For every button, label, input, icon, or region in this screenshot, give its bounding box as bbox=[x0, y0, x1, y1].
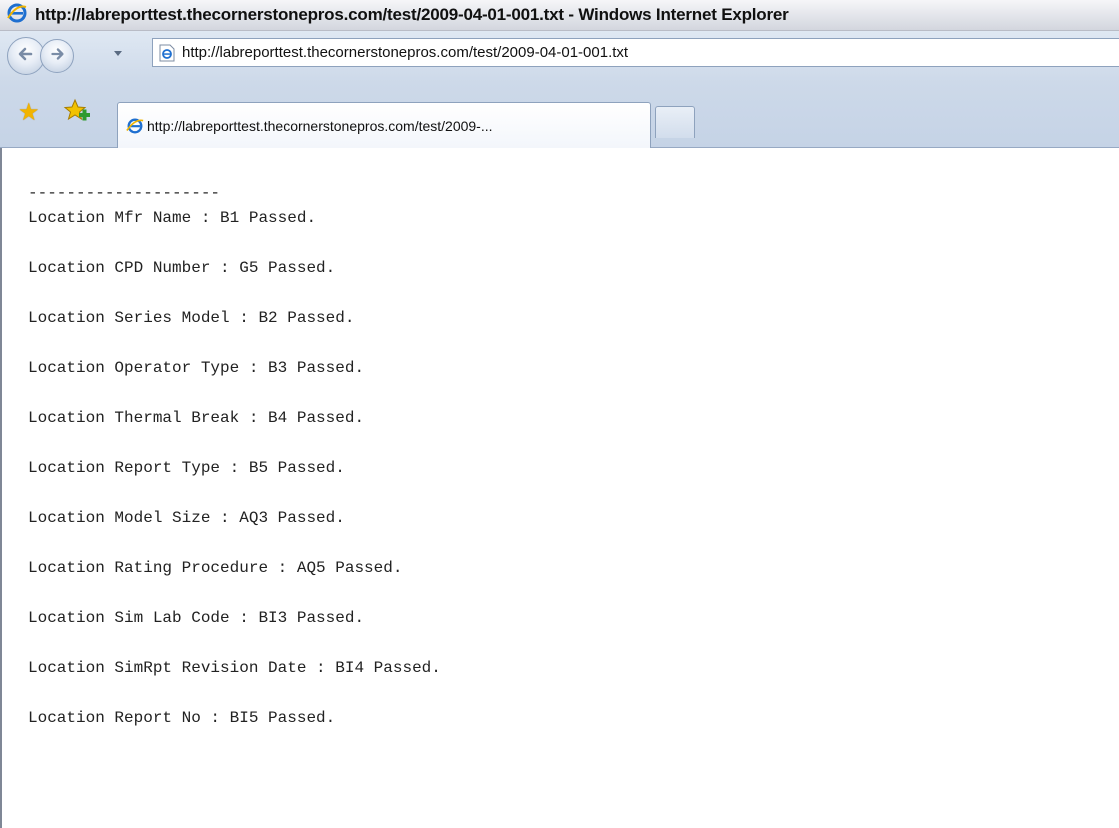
window-title: http://labreporttest.thecornerstonepros.… bbox=[35, 5, 789, 24]
back-arrow-icon bbox=[16, 44, 36, 68]
tab-current[interactable]: http://labreporttest.thecornerstonepros.… bbox=[117, 102, 651, 148]
page-content: -------------------- Location Mfr Name :… bbox=[0, 148, 1119, 828]
add-favorites-icon[interactable] bbox=[62, 97, 92, 127]
recent-pages-dropdown[interactable] bbox=[114, 51, 122, 56]
forward-button[interactable] bbox=[40, 39, 74, 73]
ie-page-icon bbox=[126, 117, 144, 135]
address-bar[interactable] bbox=[152, 38, 1119, 67]
ie-logo-icon bbox=[7, 3, 27, 27]
new-tab-button[interactable] bbox=[655, 106, 695, 138]
document-text: -------------------- Location Mfr Name :… bbox=[28, 184, 441, 727]
window-title-bar[interactable]: http://labreporttest.thecornerstonepros.… bbox=[0, 0, 1119, 31]
tab-bar: ★ http://labreporttest.thecornerstonepro… bbox=[0, 82, 1119, 148]
ie-page-icon bbox=[159, 44, 175, 62]
forward-arrow-icon bbox=[48, 45, 66, 67]
star-icon[interactable]: ★ bbox=[18, 100, 40, 124]
address-input[interactable] bbox=[182, 44, 1082, 61]
tab-label: http://labreporttest.thecornerstonepros.… bbox=[147, 117, 493, 134]
navigation-bar bbox=[0, 31, 1119, 82]
